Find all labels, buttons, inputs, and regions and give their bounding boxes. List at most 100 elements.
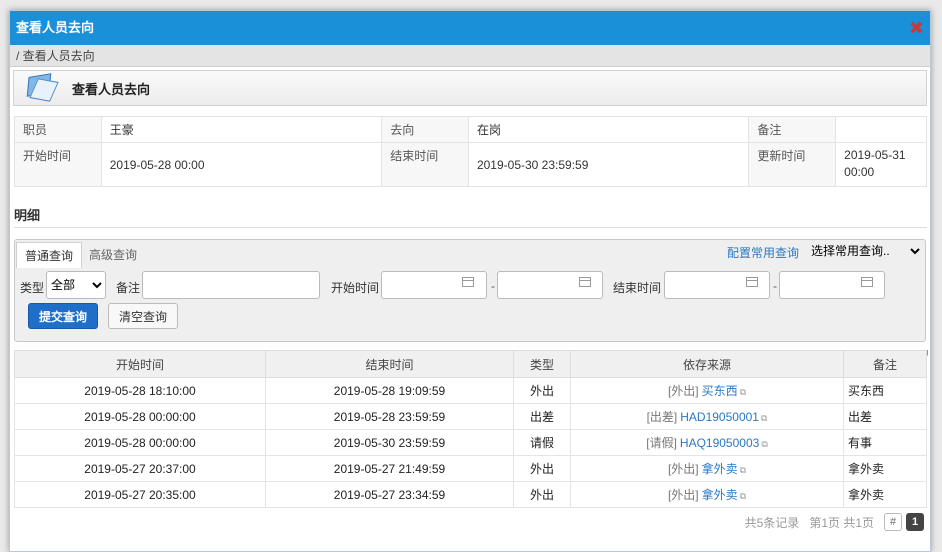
calendar-icon[interactable] — [579, 277, 591, 287]
end-time-label: 结束时间 — [381, 142, 469, 187]
page-1-button[interactable]: 1 — [906, 513, 924, 531]
submit-query-button[interactable]: 提交查询 — [28, 303, 98, 329]
page-jump-button[interactable]: # — [884, 513, 902, 531]
row-note: 出差 — [843, 403, 927, 430]
row-end-time: 2019-05-28 23:59:59 — [265, 403, 514, 430]
dialog-title: 查看人员去向 — [16, 20, 95, 35]
col-end-time[interactable]: 结束时间 — [265, 350, 514, 378]
common-query-select[interactable]: 选择常用查询.. — [807, 241, 923, 261]
page-title: 查看人员去向 — [72, 81, 151, 97]
external-link-icon[interactable]: ⧉ — [761, 439, 767, 449]
row-source: [外出] 买东西 ⧉ — [570, 377, 844, 404]
external-link-icon[interactable]: ⧉ — [740, 465, 746, 475]
col-note[interactable]: 备注 — [843, 350, 927, 378]
end-time-filter-label: 结束时间 — [613, 281, 662, 295]
remark-value — [835, 116, 927, 143]
source-tag: [外出] — [667, 488, 699, 502]
source-link[interactable]: HAD19050001 — [680, 410, 759, 424]
source-link[interactable]: HAQ19050003 — [680, 436, 759, 450]
page-info: 第1页 共1页 — [809, 515, 874, 530]
row-start-time: 2019-05-28 00:00:00 — [14, 429, 266, 456]
tab-advanced-query[interactable]: 高级查询 — [81, 242, 145, 268]
updated-time-value: 2019-05-31 00:00 — [835, 142, 927, 187]
row-start-time: 2019-05-28 00:00:00 — [14, 403, 266, 430]
row-end-time: 2019-05-28 19:09:59 — [265, 377, 514, 404]
record-count: 共5条记录 — [744, 515, 800, 530]
tab-normal-query[interactable]: 普通查询 — [16, 242, 83, 268]
row-type: 请假 — [513, 429, 571, 456]
pagination: 共5条记录 第1页 共1页 # 1 — [745, 512, 924, 532]
dialog-titlebar: 查看人员去向 ✖ — [10, 11, 930, 45]
table-row[interactable]: 2019-05-28 18:10:00 2019-05-28 19:09:59 外出… — [14, 377, 927, 404]
remark-input[interactable] — [142, 271, 320, 299]
row-end-time: 2019-05-27 21:49:59 — [265, 455, 514, 482]
col-start-time[interactable]: 开始时间 — [14, 350, 266, 378]
row-end-time: 2019-05-30 23:59:59 — [265, 429, 514, 456]
table-row[interactable]: 2019-05-27 20:37:00 2019-05-27 21:49:59 外出… — [14, 455, 927, 482]
employee-label: 职员 — [14, 116, 102, 143]
range-separator: - — [491, 279, 495, 293]
table-row[interactable]: 2019-05-27 20:35:00 2019-05-27 23:34:59 外出… — [14, 481, 927, 508]
external-link-icon[interactable]: ⧉ — [740, 491, 746, 501]
query-fields-row: 类型 全部 备注 开始时间 - 结束时间 - — [15, 270, 925, 300]
detail-heading: 明细 — [14, 208, 41, 223]
query-panel: 普通查询 高级查询 配置常用查询 选择常用查询.. 类型 全部 备注 开始时间 … — [14, 239, 926, 342]
external-link-icon[interactable]: ⧉ — [740, 387, 746, 397]
calendar-icon[interactable] — [861, 277, 873, 287]
start-time-filter-label: 开始时间 — [331, 281, 380, 295]
employee-value: 王豪 — [100, 116, 383, 143]
source-tag: [出差] — [646, 410, 678, 424]
row-note: 买东西 — [843, 377, 927, 404]
row-note: 拿外卖 — [843, 455, 927, 482]
row-source: [外出] 拿外卖 ⧉ — [570, 455, 844, 482]
detail-table: 开始时间 结束时间 类型 依存来源 备注 2019-05-28 18:10:00… — [14, 350, 927, 508]
config-common-query-link[interactable]: 配置常用查询 — [727, 244, 799, 261]
table-row[interactable]: 2019-05-28 00:00:00 2019-05-28 23:59:59 出差… — [14, 403, 927, 430]
row-type: 外出 — [513, 481, 571, 508]
table-row[interactable]: 2019-05-28 00:00:00 2019-05-30 23:59:59 请假… — [14, 429, 927, 456]
source-link[interactable]: 拿外卖 — [702, 462, 738, 476]
source-link[interactable]: 买东西 — [702, 384, 738, 398]
breadcrumb: / 查看人员去向 — [10, 45, 930, 67]
row-start-time: 2019-05-27 20:37:00 — [14, 455, 266, 482]
row-source: [出差] HAD19050001 ⧉ — [570, 403, 844, 430]
whereabouts-value: 在岗 — [467, 116, 750, 143]
row-note: 有事 — [843, 429, 927, 456]
source-link[interactable]: 拿外卖 — [702, 488, 738, 502]
whereabouts-label: 去向 — [381, 116, 469, 143]
col-source[interactable]: 依存来源 — [570, 350, 844, 378]
query-tabs: 普通查询 高级查询 配置常用查询 选择常用查询.. — [15, 240, 925, 268]
remark-label: 备注 — [748, 116, 837, 143]
updated-time-label: 更新时间 — [748, 142, 837, 187]
row-source: [外出] 拿外卖 ⧉ — [570, 481, 844, 508]
source-tag: [请假] — [646, 436, 677, 450]
type-select[interactable]: 全部 — [46, 271, 106, 299]
type-label: 类型 — [20, 281, 45, 295]
row-type: 出差 — [513, 403, 571, 430]
row-type: 外出 — [513, 377, 571, 404]
source-tag: [外出] — [667, 384, 699, 398]
row-note: 拿外卖 — [843, 481, 927, 508]
calendar-icon[interactable] — [462, 277, 474, 287]
source-tag: [外出] — [667, 462, 699, 476]
external-link-icon[interactable]: ⧉ — [761, 413, 767, 423]
start-time-label: 开始时间 — [14, 142, 102, 187]
page-header: 查看人员去向 — [13, 70, 927, 106]
info-table: 职员 王豪 去向 在岗 备注 开始时间 2019-05-28 00:00 结束时… — [14, 116, 927, 187]
calendar-icon[interactable] — [746, 277, 758, 287]
col-type[interactable]: 类型 — [513, 350, 571, 378]
row-start-time: 2019-05-27 20:35:00 — [14, 481, 266, 508]
start-time-value: 2019-05-28 00:00 — [100, 142, 383, 187]
row-end-time: 2019-05-27 23:34:59 — [265, 481, 514, 508]
divider — [14, 227, 927, 228]
close-icon[interactable]: ✖ — [909, 11, 924, 45]
remark-filter-label: 备注 — [116, 281, 141, 295]
row-start-time: 2019-05-28 18:10:00 — [14, 377, 266, 404]
view-whereabouts-dialog: 查看人员去向 ✖ / 查看人员去向 查看人员去向 职员 王豪 去向 在岗 备注 … — [9, 10, 931, 552]
row-source: [请假] HAQ19050003 ⧉ — [570, 429, 844, 456]
row-type: 外出 — [513, 455, 571, 482]
range-separator: - — [773, 279, 777, 293]
end-time-value: 2019-05-30 23:59:59 — [467, 142, 750, 187]
document-icon — [24, 73, 59, 102]
clear-query-button[interactable]: 清空查询 — [108, 303, 178, 329]
